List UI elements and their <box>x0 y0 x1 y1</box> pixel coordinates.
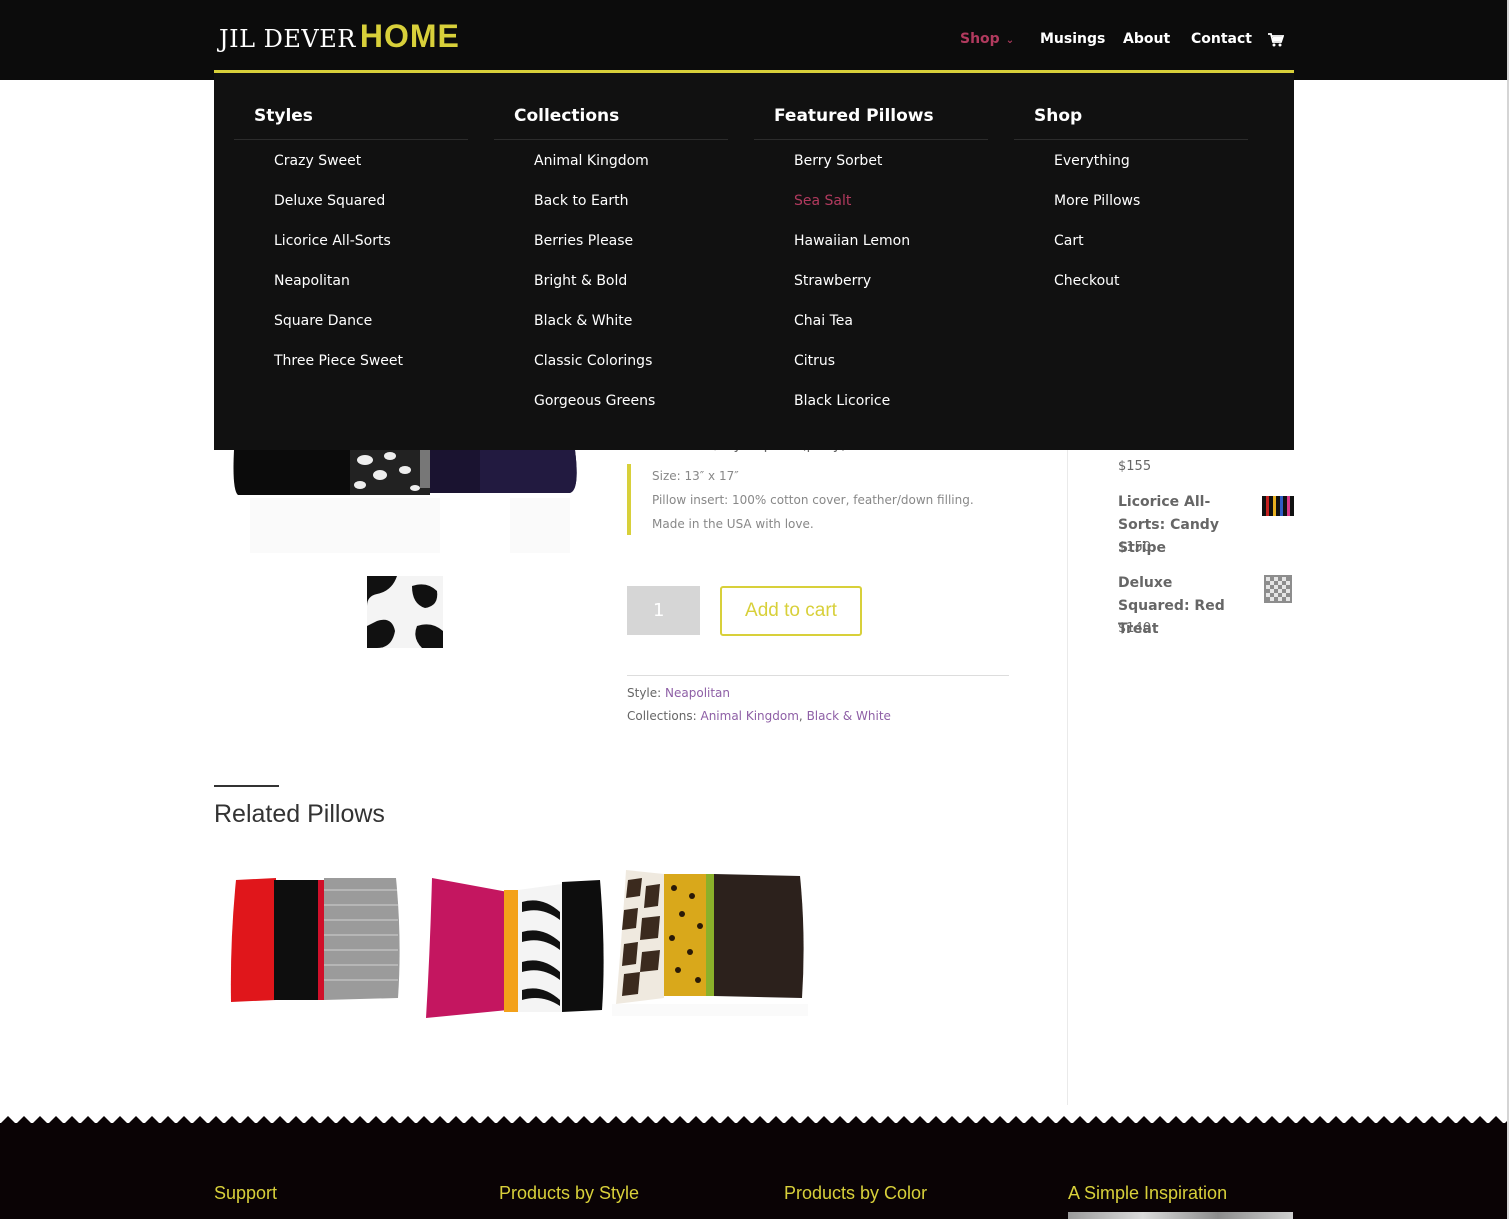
style-label: Style: <box>627 686 662 700</box>
product-specs: Size: 13″ x 17″ Pillow insert: 100% cott… <box>627 464 974 535</box>
footer-heading: A Simple Inspiration <box>1068 1183 1228 1203</box>
related-title: Related Pillows <box>214 800 385 828</box>
product-thumbnail[interactable] <box>367 576 443 648</box>
menu-item[interactable]: Square Dance <box>274 313 372 329</box>
sidebar-price: $155 <box>1118 459 1152 474</box>
sidebar-product-image[interactable] <box>1264 575 1292 603</box>
spec-insert: Pillow insert: 100% cotton cover, feathe… <box>652 493 974 507</box>
divider <box>494 139 728 140</box>
footer-inspiration-image[interactable] <box>1068 1212 1293 1219</box>
menu-item[interactable]: Berry Sorbet <box>794 153 882 169</box>
divider <box>627 675 1009 676</box>
menu-item[interactable]: Berries Please <box>534 233 633 249</box>
menu-item[interactable]: Licorice All-Sorts <box>274 233 391 249</box>
menu-item[interactable]: Crazy Sweet <box>274 153 361 169</box>
menu-item[interactable]: Black Licorice <box>794 393 890 409</box>
menu-item[interactable]: More Pillows <box>1054 193 1140 209</box>
sidebar-price: $140 <box>1118 621 1152 636</box>
nav-contact[interactable]: Contact <box>1191 31 1252 47</box>
logo-text-primary: JIL DEVER <box>219 25 356 53</box>
menu-item[interactable]: Gorgeous Greens <box>534 393 655 409</box>
spec-size: Size: 13″ x 17″ <box>652 469 739 483</box>
menu-item[interactable]: Bright & Bold <box>534 273 627 289</box>
menu-item[interactable]: Three Piece Sweet <box>274 353 403 369</box>
cart-icon[interactable] <box>1268 33 1284 47</box>
menu-item[interactable]: Chai Tea <box>794 313 853 329</box>
style-link[interactable]: Neapolitan <box>665 686 730 700</box>
menu-item-active[interactable]: Sea Salt <box>794 193 851 209</box>
menu-heading[interactable]: Styles <box>254 106 313 126</box>
nav-shop[interactable]: Shop ⌄ <box>960 31 1014 47</box>
collection-link[interactable]: Animal Kingdom <box>700 709 798 723</box>
divider <box>234 139 468 140</box>
footer-heading: Products by Style <box>499 1183 640 1203</box>
menu-heading[interactable]: Collections <box>514 106 619 126</box>
product-collections-meta: Collections: Animal Kingdom, Black & Whi… <box>627 709 891 723</box>
nav-shop-label: Shop <box>960 31 1000 47</box>
menu-item[interactable]: Hawaiian Lemon <box>794 233 910 249</box>
menu-item[interactable]: Black & White <box>534 313 632 329</box>
related-product-image[interactable] <box>612 866 808 1016</box>
spec-origin: Made in the USA with love. <box>652 517 814 531</box>
menu-item[interactable]: Deluxe Squared <box>274 193 385 209</box>
menu-item[interactable]: Back to Earth <box>534 193 629 209</box>
menu-item[interactable]: Animal Kingdom <box>534 153 649 169</box>
menu-heading[interactable]: Shop <box>1034 106 1082 126</box>
collection-link[interactable]: Black & White <box>807 709 891 723</box>
collections-label: Collections: <box>627 709 697 723</box>
quantity-input[interactable]: 1 <box>627 586 700 635</box>
menu-heading[interactable]: Featured Pillows <box>774 106 934 126</box>
shop-mega-menu: Styles Crazy Sweet Deluxe Squared Licori… <box>214 70 1294 450</box>
add-to-cart-button[interactable]: Add to cart <box>720 586 862 636</box>
site-header: JIL DEVER HOME Shop ⌄ Musings About Conta… <box>0 0 1509 80</box>
logo-text-accent: HOME <box>359 18 460 54</box>
sidebar-divider <box>1067 450 1068 1105</box>
related-product-image[interactable] <box>422 872 608 1022</box>
menu-item[interactable]: Everything <box>1054 153 1130 169</box>
sidebar-product-image[interactable] <box>1262 496 1294 516</box>
related-product-image[interactable] <box>226 870 404 1010</box>
footer-heading: Support <box>214 1183 278 1203</box>
divider <box>1014 139 1248 140</box>
nav-musings[interactable]: Musings <box>1040 31 1105 47</box>
divider <box>754 139 988 140</box>
menu-item[interactable]: Citrus <box>794 353 835 369</box>
menu-item[interactable]: Checkout <box>1054 273 1120 289</box>
footer-heading: Products by Color <box>784 1183 928 1203</box>
site-logo[interactable]: JIL DEVER HOME <box>219 18 460 54</box>
menu-item[interactable]: Neapolitan <box>274 273 350 289</box>
chevron-down-icon: ⌄ <box>1005 35 1015 46</box>
sidebar-price: $150 <box>1118 540 1152 555</box>
product-main-image[interactable] <box>230 450 578 555</box>
menu-item[interactable]: Classic Colorings <box>534 353 652 369</box>
menu-item[interactable]: Cart <box>1054 233 1084 249</box>
nav-about[interactable]: About <box>1123 31 1170 47</box>
product-style-meta: Style: Neapolitan <box>627 686 730 700</box>
section-rule <box>214 785 279 787</box>
menu-item[interactable]: Strawberry <box>794 273 871 289</box>
collections-separator: , <box>798 709 803 723</box>
